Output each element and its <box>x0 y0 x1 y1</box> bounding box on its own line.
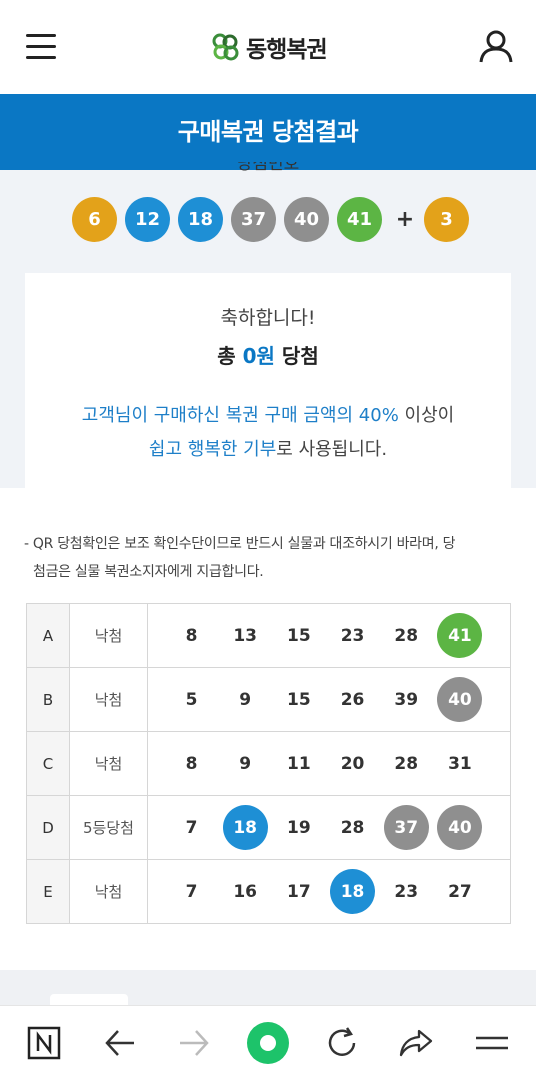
number: 8 <box>185 753 198 774</box>
game-label: C <box>26 731 70 796</box>
game-label: E <box>26 859 70 924</box>
game-status: 5등당첨 <box>69 795 148 860</box>
winning-ball: 6 <box>72 196 117 242</box>
game-status: 낙첨 <box>69 603 148 668</box>
game-row: D 5등당첨 7 18 19 28 37 40 <box>26 795 511 860</box>
number: 23 <box>340 625 365 646</box>
game-label: B <box>26 667 70 732</box>
number: 15 <box>287 625 311 646</box>
game-numbers: 7 16 17 18 23 27 <box>147 859 511 924</box>
number: 15 <box>287 689 311 710</box>
number: 8 <box>185 625 198 646</box>
total-prize: 총 0원 당첨 <box>25 340 511 369</box>
total-suffix: 당첨 <box>281 344 319 368</box>
matched-number: 18 <box>330 869 376 914</box>
number: 27 <box>448 881 472 902</box>
congrats-text: 축하합니다! <box>220 307 316 329</box>
share-icon[interactable] <box>392 1019 440 1067</box>
winning-ball: 41 <box>337 196 382 242</box>
donation-msg-1-highlight: 고객님이 구매하신 복권 구매 금액의 40% <box>81 405 399 426</box>
number: 9 <box>239 753 252 774</box>
number: 13 <box>233 625 258 646</box>
matched-number: 41 <box>437 613 483 658</box>
number: 28 <box>394 625 419 646</box>
number: 26 <box>340 689 365 710</box>
game-status: 낙첨 <box>69 859 148 924</box>
page-title: 구매복권 당첨결과 <box>0 94 536 170</box>
game-row: E 낙첨 7 16 17 18 23 27 <box>26 859 511 924</box>
game-numbers: 7 18 19 28 37 40 <box>147 795 511 860</box>
matched-number: 40 <box>437 677 483 722</box>
game-numbers: 5 9 15 26 39 40 <box>147 667 511 732</box>
game-row: B 낙첨 5 9 15 26 39 40 <box>26 667 511 732</box>
game-status: 낙첨 <box>69 731 148 796</box>
plus-sign: + <box>395 206 415 232</box>
matched-number: 37 <box>383 805 429 850</box>
winning-section: 당첨번호 6 12 18 37 40 41 + 3 축하합니다! 총 0원 당첨… <box>0 162 536 491</box>
notice-line-2: 첨금은 실물 복권소지자에게 지급합니다. <box>33 564 264 580</box>
game-row: A 낙첨 8 13 15 23 28 41 <box>26 603 511 668</box>
game-status: 낙첨 <box>69 667 148 732</box>
number: 9 <box>239 689 252 710</box>
game-row: C 낙첨 8 9 11 20 28 31 <box>26 731 511 796</box>
number: 11 <box>287 753 311 774</box>
number: 20 <box>340 753 365 774</box>
donation-message: 고객님이 구매하신 복권 구매 금액의 40% 이상이 쉽고 행복한 기부로 사… <box>25 399 511 467</box>
game-label: A <box>26 603 70 668</box>
number: 19 <box>287 817 311 838</box>
number: 28 <box>394 753 419 774</box>
total-prefix: 총 <box>217 344 236 368</box>
games-table: A 낙첨 8 13 15 23 28 41 B 낙첨 5 9 15 26 39 40 C 낙첨 8 9 11 20 28 31… <box>26 603 511 924</box>
winning-ball: 12 <box>125 196 170 242</box>
winning-numbers-row: 6 12 18 37 40 41 + 3 <box>72 196 477 242</box>
game-label: D <box>26 795 70 860</box>
user-icon[interactable] <box>478 28 514 64</box>
refresh-icon[interactable] <box>318 1019 366 1067</box>
notice-line-1: - QR 당첨확인은 보조 확인수단이므로 반드시 실물과 대조하시기 바라며,… <box>24 536 456 552</box>
number: 39 <box>394 689 419 710</box>
footer-strip <box>0 970 536 1014</box>
number: 7 <box>185 881 198 902</box>
green-dot-icon[interactable] <box>244 1019 292 1067</box>
results-section: - QR 당첨확인은 보조 확인수단이므로 반드시 실물과 대조하시기 바라며,… <box>0 488 536 970</box>
forward-arrow-icon[interactable] <box>170 1019 218 1067</box>
donation-msg-2-highlight: 쉽고 행복한 기부 <box>148 439 277 460</box>
matched-number: 18 <box>222 805 268 850</box>
clover-logo-icon <box>212 33 239 61</box>
result-card: 축하합니다! 총 0원 당첨 고객님이 구매하신 복권 구매 금액의 40% 이… <box>25 273 511 491</box>
game-numbers: 8 9 11 20 28 31 <box>147 731 511 796</box>
total-amount: 0원 <box>242 344 275 368</box>
number: 31 <box>448 753 472 774</box>
menu-icon[interactable] <box>468 1019 516 1067</box>
game-numbers: 8 13 15 23 28 41 <box>147 603 511 668</box>
logo[interactable]: 동행복권 <box>210 28 328 66</box>
winning-numbers-label: 당첨번호 <box>236 162 300 174</box>
hamburger-menu-icon[interactable] <box>26 34 56 60</box>
logo-text: 동행복권 <box>246 37 328 63</box>
naver-home-icon[interactable] <box>20 1019 68 1067</box>
bonus-ball: 3 <box>424 196 469 242</box>
back-arrow-icon[interactable] <box>96 1019 144 1067</box>
donation-msg-2-rest: 로 사용됩니다. <box>276 439 388 460</box>
donation-msg-1-rest: 이상이 <box>398 405 455 426</box>
number: 17 <box>287 881 311 902</box>
number: 23 <box>394 881 419 902</box>
winning-ball: 37 <box>231 196 276 242</box>
matched-number: 40 <box>437 805 483 850</box>
number: 5 <box>185 689 198 710</box>
app-header: 동행복권 <box>0 0 536 94</box>
qr-notice: - QR 당첨확인은 보조 확인수단이므로 반드시 실물과 대조하시기 바라며,… <box>24 530 514 586</box>
number: 16 <box>233 881 258 902</box>
winning-ball: 40 <box>284 196 329 242</box>
winning-ball: 18 <box>178 196 223 242</box>
number: 7 <box>185 817 198 838</box>
number: 28 <box>340 817 365 838</box>
bottom-nav <box>0 1005 536 1079</box>
